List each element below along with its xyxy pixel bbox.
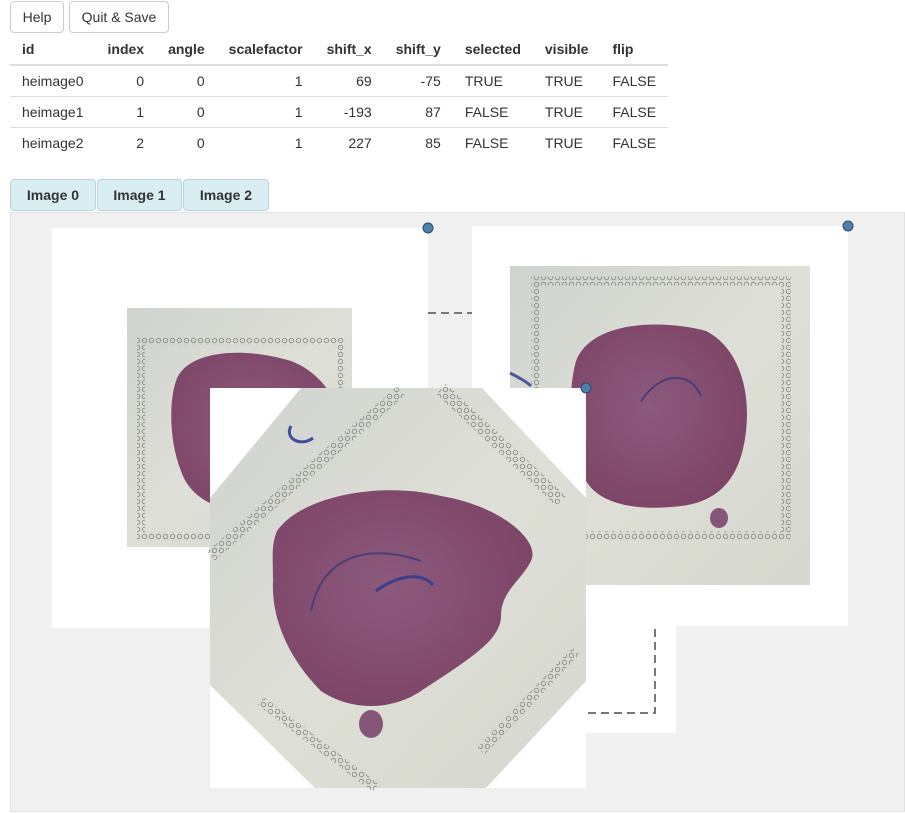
image-parameters-table: id index angle scalefactor shift_x shift…: [10, 34, 669, 158]
tab-image-1[interactable]: Image 1: [97, 179, 182, 211]
cell-visible: TRUE: [532, 127, 601, 158]
cell-selected: TRUE: [452, 64, 533, 97]
cell-angle: 0: [156, 96, 217, 128]
image-canvas[interactable]: [10, 212, 905, 812]
image-2-tissue-fragment: [710, 508, 728, 528]
tab-image-2[interactable]: Image 2: [183, 179, 269, 211]
cell-scalefactor: 1: [216, 96, 315, 128]
image-2-tissue: [570, 324, 747, 508]
cell-id: heimage1: [10, 96, 96, 128]
cell-shift-x: 69: [314, 64, 384, 97]
cell-flip: FALSE: [600, 96, 669, 128]
quit-save-button[interactable]: Quit & Save: [69, 1, 169, 33]
table-header-row: id index angle scalefactor shift_x shift…: [10, 34, 669, 66]
cell-index: 2: [95, 127, 157, 158]
image-1-rotate-handle[interactable]: [422, 222, 434, 234]
column-header-shift-y: shift_y: [383, 34, 453, 66]
image-0-rotate-handle[interactable]: [580, 382, 592, 394]
cell-visible: TRUE: [532, 96, 601, 128]
image-2-rotate-handle[interactable]: [842, 220, 854, 232]
cell-shift-y: 85: [383, 127, 453, 158]
help-button[interactable]: Help: [10, 1, 64, 33]
column-header-selected: selected: [452, 34, 533, 66]
cell-shift-y: 87: [383, 96, 453, 128]
image-0-group[interactable]: [207, 383, 586, 792]
cell-visible: TRUE: [532, 64, 601, 97]
column-header-visible: visible: [532, 34, 601, 66]
cell-shift-x: 227: [314, 127, 384, 158]
table-row[interactable]: heimage1 1 0 1 -193 87 FALSE TRUE FALSE: [10, 96, 669, 128]
column-header-angle: angle: [156, 34, 217, 66]
cell-shift-x: -193: [314, 96, 384, 128]
cell-selected: FALSE: [452, 127, 533, 158]
table-row[interactable]: heimage2 2 0 1 227 85 FALSE TRUE FALSE: [10, 127, 669, 158]
cell-index: 0: [95, 64, 157, 97]
cell-scalefactor: 1: [216, 127, 315, 158]
cell-scalefactor: 1: [216, 64, 315, 97]
cell-angle: 0: [156, 127, 217, 158]
image-canvas-svg: [52, 220, 854, 792]
tab-image-0[interactable]: Image 0: [10, 179, 96, 211]
image-tabs: Image 0 Image 1 Image 2: [10, 179, 270, 211]
cell-id: heimage0: [10, 64, 96, 97]
cell-shift-y: -75: [383, 64, 453, 97]
cell-angle: 0: [156, 64, 217, 97]
table-row[interactable]: heimage0 0 0 1 69 -75 TRUE TRUE FALSE: [10, 64, 669, 97]
column-header-id: id: [10, 34, 96, 66]
cell-flip: FALSE: [600, 127, 669, 158]
column-header-index: index: [95, 34, 157, 66]
cell-selected: FALSE: [452, 96, 533, 128]
cell-index: 1: [95, 96, 157, 128]
image-0-tissue-fragment: [359, 710, 383, 738]
cell-id: heimage2: [10, 127, 96, 158]
column-header-flip: flip: [600, 34, 669, 66]
cell-flip: FALSE: [600, 64, 669, 97]
column-header-shift-x: shift_x: [314, 34, 384, 66]
image-0-canvas-corner: [586, 626, 676, 733]
column-header-scalefactor: scalefactor: [216, 34, 315, 66]
